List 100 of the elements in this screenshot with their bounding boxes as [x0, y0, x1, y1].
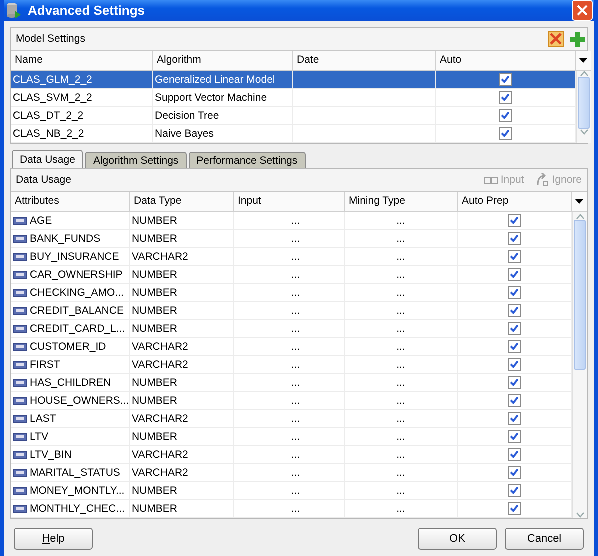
checkbox[interactable] — [499, 91, 512, 104]
caret-icon[interactable] — [575, 199, 584, 204]
attribute-name: LTV — [30, 430, 48, 442]
add-icon[interactable] — [570, 32, 585, 46]
mining-type-ellipsis[interactable]: ... — [396, 214, 406, 226]
attribute-type-icon — [13, 378, 27, 386]
checkbox[interactable] — [508, 448, 521, 461]
input-ellipsis[interactable]: ... — [291, 232, 300, 244]
checkbox[interactable] — [499, 73, 512, 86]
close-button[interactable] — [572, 0, 593, 21]
delete-icon[interactable] — [548, 31, 564, 47]
mining-type-ellipsis[interactable]: ... — [396, 322, 406, 334]
column-header[interactable]: Data Type — [130, 192, 234, 211]
mining-type-ellipsis[interactable]: ... — [396, 484, 406, 496]
checkbox[interactable] — [508, 214, 521, 227]
checkbox[interactable] — [508, 376, 521, 389]
attribute-type-icon — [13, 342, 27, 350]
input-ellipsis[interactable]: ... — [291, 502, 300, 514]
checkbox[interactable] — [508, 286, 521, 299]
input-ellipsis[interactable]: ... — [291, 394, 300, 406]
checkbox[interactable] — [508, 340, 521, 353]
input-ellipsis[interactable]: ... — [291, 268, 300, 280]
mining-type-ellipsis[interactable]: ... — [396, 286, 406, 298]
scrollbar-thumb[interactable] — [578, 77, 590, 129]
column-header[interactable]: Date — [293, 51, 436, 70]
input-ellipsis[interactable]: ... — [291, 412, 300, 424]
input-ellipsis[interactable]: ... — [291, 484, 300, 496]
scrollbar[interactable] — [572, 212, 587, 518]
input-ellipsis[interactable]: ... — [291, 376, 300, 388]
attribute-name: CAR_OWNERSHIP — [30, 268, 123, 280]
mining-type-ellipsis[interactable]: ... — [396, 376, 406, 388]
column-header[interactable]: Name — [11, 51, 153, 70]
scrollbar[interactable] — [576, 71, 591, 143]
attribute-type-icon — [13, 288, 27, 296]
mining-type-ellipsis[interactable]: ... — [396, 394, 406, 406]
panel-title: Model Settings — [16, 33, 86, 45]
checkbox[interactable] — [499, 109, 512, 122]
model-row[interactable]: CLAS_NB_2_2 Naive Bayes — [11, 125, 576, 143]
tab[interactable]: Data Usage — [12, 150, 84, 168]
close-icon[interactable] — [577, 5, 588, 16]
checkbox[interactable] — [499, 127, 512, 140]
mining-type-ellipsis[interactable]: ... — [396, 340, 406, 352]
column-header[interactable]: Input — [234, 192, 345, 211]
mining-type-ellipsis[interactable]: ... — [396, 448, 406, 460]
caret-icon[interactable] — [579, 58, 588, 63]
table-cell: CLAS_NB_2_2 — [11, 125, 153, 142]
input-ellipsis[interactable]: ... — [291, 358, 300, 370]
column-header[interactable]: Mining Type — [345, 192, 458, 211]
column-header[interactable]: Algorithm — [153, 51, 293, 70]
checkbox[interactable] — [508, 250, 521, 263]
input-ellipsis[interactable]: ... — [291, 448, 300, 460]
input-ellipsis[interactable]: ... — [291, 466, 300, 478]
checkbox[interactable] — [508, 466, 521, 479]
input-ellipsis[interactable]: ... — [291, 322, 300, 334]
attribute-type-icon — [13, 468, 27, 476]
checkbox[interactable] — [508, 304, 521, 317]
mining-type-ellipsis[interactable]: ... — [396, 250, 406, 262]
table-cell: VARCHAR2 — [130, 248, 234, 265]
mining-type-ellipsis[interactable]: ... — [396, 466, 406, 478]
tab[interactable]: Algorithm Settings — [85, 152, 187, 168]
model-row[interactable]: CLAS_DT_2_2 Decision Tree — [11, 107, 576, 125]
mining-type-ellipsis[interactable]: ... — [396, 358, 406, 370]
checkbox[interactable] — [508, 232, 521, 245]
panel-title: Data Usage — [16, 174, 72, 186]
checkbox[interactable] — [508, 430, 521, 443]
dialog-button[interactable]: Cancel — [505, 528, 584, 550]
tab[interactable]: Performance Settings — [188, 152, 306, 168]
checkbox[interactable] — [508, 394, 521, 407]
checkbox[interactable] — [508, 268, 521, 281]
input-ellipsis[interactable]: ... — [291, 214, 300, 226]
mining-type-ellipsis[interactable]: ... — [396, 412, 406, 424]
table-cell: NUMBER — [130, 302, 234, 319]
scrollbar-thumb[interactable] — [574, 220, 586, 370]
input-ellipsis[interactable]: ... — [291, 304, 300, 316]
input-ellipsis[interactable]: ... — [291, 340, 300, 352]
dialog-button[interactable]: OK — [418, 528, 497, 550]
input-ellipsis[interactable]: ... — [291, 250, 300, 262]
mining-type-ellipsis[interactable]: ... — [396, 268, 406, 280]
checkbox[interactable] — [508, 358, 521, 371]
table-cell: NUMBER — [130, 428, 234, 445]
attribute-name: LTV_BIN — [30, 448, 72, 460]
database-icon — [6, 2, 22, 20]
mining-type-ellipsis[interactable]: ... — [396, 502, 406, 514]
help-button[interactable]: Help — [14, 528, 93, 550]
checkbox[interactable] — [508, 484, 521, 497]
mining-type-ellipsis[interactable]: ... — [396, 304, 406, 316]
model-row[interactable]: CLAS_GLM_2_2 Generalized Linear Model — [11, 71, 576, 89]
checkbox[interactable] — [508, 322, 521, 335]
mining-type-ellipsis[interactable]: ... — [396, 430, 406, 442]
table-cell: VARCHAR2 — [130, 446, 234, 463]
table-cell: NUMBER — [130, 266, 234, 283]
checkbox[interactable] — [508, 502, 521, 515]
table-cell: NUMBER — [130, 284, 234, 301]
model-row[interactable]: CLAS_SVM_2_2 Support Vector Machine — [11, 89, 576, 107]
input-ellipsis[interactable]: ... — [291, 286, 300, 298]
column-header[interactable]: Attributes — [11, 192, 130, 211]
mining-type-ellipsis[interactable]: ... — [396, 232, 406, 244]
input-ellipsis[interactable]: ... — [291, 430, 300, 442]
checkbox[interactable] — [508, 412, 521, 425]
attribute-name: MONTHLY_CHEC... — [30, 502, 125, 514]
